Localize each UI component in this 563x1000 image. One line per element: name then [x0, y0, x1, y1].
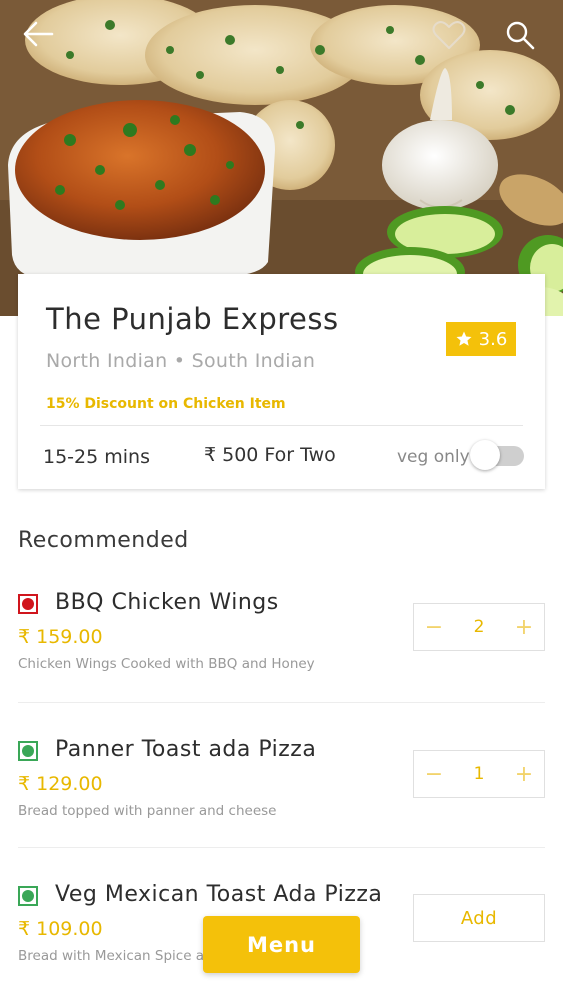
item-divider [18, 847, 545, 848]
item-divider [18, 702, 545, 703]
menu-button[interactable]: Menu [203, 916, 360, 973]
decrement-button[interactable]: − [422, 615, 446, 640]
veg-only-label: veg only [397, 447, 470, 467]
restaurant-info-card: The Punjab Express North Indian • South … [18, 274, 545, 489]
cost-for-two: ₹ 500 For Two [204, 444, 336, 466]
star-icon [456, 331, 472, 346]
quantity-stepper: − 1 + [413, 750, 545, 798]
section-title: Recommended [18, 528, 189, 553]
increment-button[interactable]: + [512, 762, 536, 787]
rating-value: 3.6 [478, 328, 508, 350]
rating-badge: 3.6 [446, 322, 516, 356]
item-name: Panner Toast ada Pizza [55, 737, 317, 762]
quantity-value: 1 [473, 764, 485, 784]
item-price: ₹ 109.00 [18, 918, 103, 940]
restaurant-hero-image [0, 0, 563, 316]
item-description: Bread topped with panner and cheese [18, 803, 277, 819]
restaurant-cuisines: North Indian • South Indian [46, 350, 316, 372]
increment-button[interactable]: + [512, 615, 536, 640]
quantity-stepper: − 2 + [413, 603, 545, 651]
add-button[interactable]: Add [413, 894, 545, 942]
item-price: ₹ 129.00 [18, 773, 103, 795]
heart-icon[interactable] [432, 20, 468, 56]
non-veg-icon [18, 594, 38, 614]
item-name: Veg Mexican Toast Ada Pizza [55, 882, 383, 907]
veg-icon [18, 886, 38, 906]
restaurant-name: The Punjab Express [46, 302, 339, 336]
quantity-value: 2 [473, 617, 485, 637]
item-name: BBQ Chicken Wings [55, 590, 279, 615]
decrement-button[interactable]: − [422, 762, 446, 787]
back-arrow-icon[interactable] [22, 20, 58, 56]
offer-text: 15% Discount on Chicken Item [46, 396, 286, 412]
item-description: Chicken Wings Cooked with BBQ and Honey [18, 656, 315, 672]
veg-icon [18, 741, 38, 761]
item-description: Bread with Mexican Spice a [18, 948, 205, 964]
veg-only-toggle[interactable] [470, 440, 524, 470]
delivery-time: 15-25 mins [43, 446, 150, 468]
divider [40, 425, 523, 426]
food-photo [0, 0, 563, 316]
item-price: ₹ 159.00 [18, 626, 103, 648]
search-icon[interactable] [505, 20, 541, 56]
toggle-knob [470, 440, 500, 470]
